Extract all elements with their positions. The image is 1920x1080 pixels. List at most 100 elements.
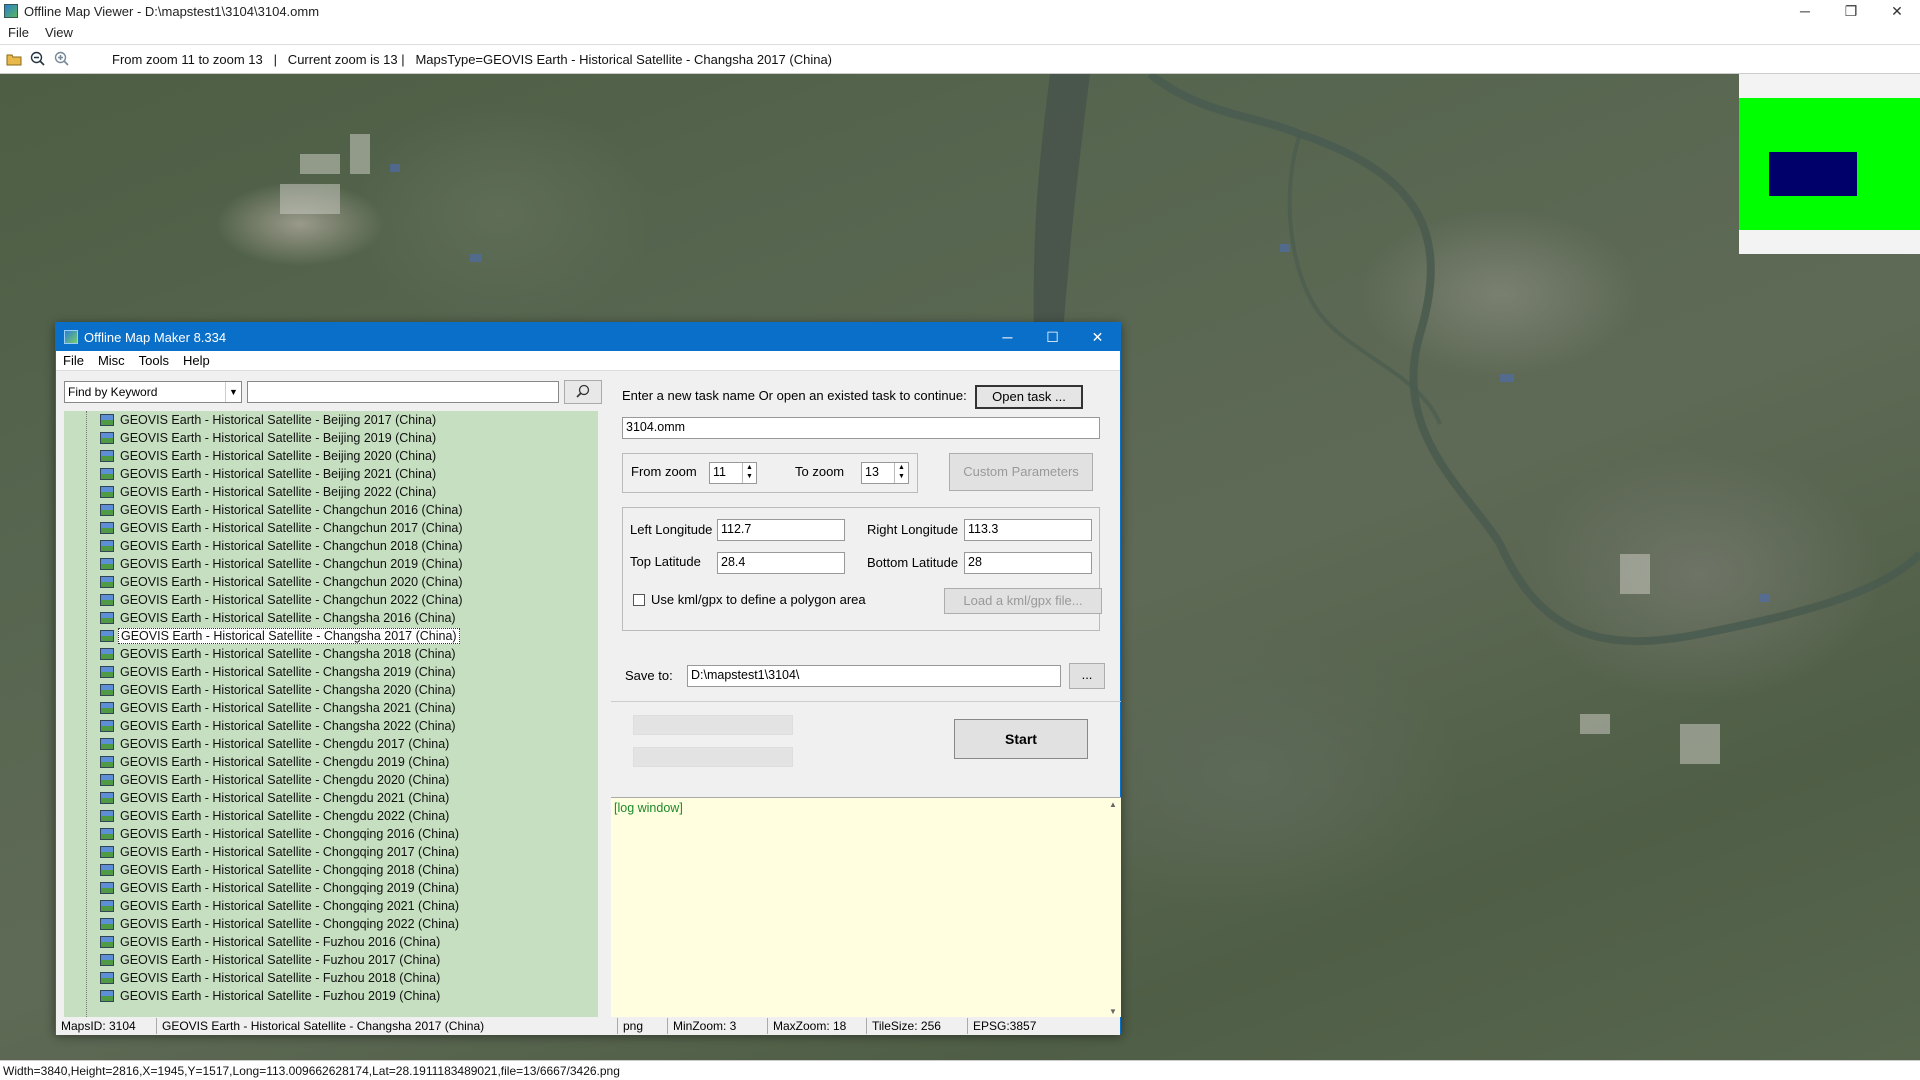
dialog-menu-file[interactable]: File [56, 353, 91, 368]
map-source-tree[interactable]: GEOVIS Earth - Historical Satellite - Be… [64, 411, 598, 1017]
tree-item[interactable]: GEOVIS Earth - Historical Satellite - Ch… [64, 501, 465, 519]
start-button[interactable]: Start [954, 719, 1088, 759]
overview-minimap[interactable] [1739, 74, 1920, 254]
menu-file[interactable]: File [0, 25, 37, 40]
tree-item-label: GEOVIS Earth - Historical Satellite - Ch… [120, 899, 460, 913]
tree-item[interactable]: GEOVIS Earth - Historical Satellite - Fu… [64, 951, 442, 969]
tree-item[interactable]: GEOVIS Earth - Historical Satellite - Ch… [64, 771, 451, 789]
from-zoom-spinner[interactable]: 11 ▲ ▼ [709, 462, 757, 484]
tree-item[interactable]: GEOVIS Earth - Historical Satellite - Ch… [64, 609, 458, 627]
top-latitude-field[interactable]: 28.4 [717, 552, 845, 574]
map-tile-icon [100, 540, 114, 552]
tree-item[interactable]: GEOVIS Earth - Historical Satellite - Ch… [64, 753, 451, 771]
zoom-in-icon[interactable] [52, 49, 72, 69]
tree-item[interactable]: GEOVIS Earth - Historical Satellite - Ch… [64, 879, 461, 897]
map-tile-icon [100, 864, 114, 876]
bottom-latitude-field[interactable]: 28 [964, 552, 1092, 574]
tree-item[interactable]: GEOVIS Earth - Historical Satellite - Ch… [64, 645, 458, 663]
minimap-viewport[interactable] [1769, 152, 1857, 196]
menubar: File View [0, 22, 1920, 42]
right-longitude-field[interactable]: 113.3 [964, 519, 1092, 541]
tree-item-label: GEOVIS Earth - Historical Satellite - Be… [120, 485, 437, 499]
tree-item[interactable]: GEOVIS Earth - Historical Satellite - Ch… [64, 537, 465, 555]
tree-item[interactable]: GEOVIS Earth - Historical Satellite - Ch… [64, 681, 458, 699]
save-path-field[interactable]: D:\mapstest1\3104\ [687, 665, 1061, 687]
dialog-close-button[interactable]: ✕ [1075, 323, 1120, 351]
tree-item[interactable]: GEOVIS Earth - Historical Satellite - Ch… [64, 861, 461, 879]
load-kml-button[interactable]: Load a kml/gpx file... [944, 588, 1102, 614]
coordinates-status: Width=3840,Height=2816,X=1945,Y=1517,Lon… [3, 1063, 620, 1078]
tree-item[interactable]: GEOVIS Earth - Historical Satellite - Be… [64, 447, 438, 465]
find-keyword-input[interactable] [247, 381, 559, 403]
tree-item[interactable]: GEOVIS Earth - Historical Satellite - Ch… [64, 663, 458, 681]
tree-item[interactable]: GEOVIS Earth - Historical Satellite - Ch… [64, 717, 458, 735]
tree-item[interactable]: GEOVIS Earth - Historical Satellite - Ch… [64, 555, 465, 573]
tree-item[interactable]: GEOVIS Earth - Historical Satellite - Ch… [64, 591, 465, 609]
tree-item[interactable]: GEOVIS Earth - Historical Satellite - Ch… [64, 519, 465, 537]
dialog-menu-help[interactable]: Help [176, 353, 217, 368]
task-name-field[interactable]: 3104.omm [622, 417, 1100, 439]
scroll-down-icon[interactable]: ▼ [1109, 1007, 1117, 1016]
tree-item-label: GEOVIS Earth - Historical Satellite - Ch… [120, 863, 460, 877]
left-longitude-field[interactable]: 112.7 [717, 519, 845, 541]
tree-item[interactable]: GEOVIS Earth - Historical Satellite - Be… [64, 483, 438, 501]
tree-item-label: GEOVIS Earth - Historical Satellite - Ch… [120, 791, 450, 805]
spinner-arrows-icon[interactable]: ▲ ▼ [742, 463, 756, 483]
map-tile-icon [100, 774, 114, 786]
log-window[interactable]: [log window] ▲ ▼ [611, 797, 1121, 1017]
tree-item[interactable]: GEOVIS Earth - Historical Satellite - Ch… [64, 807, 451, 825]
find-mode-select[interactable]: Find by Keyword ▼ [64, 381, 242, 403]
spinner-arrows-icon[interactable]: ▲ ▼ [894, 463, 908, 483]
dialog-minimize-button[interactable]: ─ [985, 323, 1030, 351]
dialog-app-icon [64, 330, 78, 344]
open-folder-icon[interactable] [4, 49, 24, 69]
zoom-info-text: From zoom 11 to zoom 13 | Current zoom i… [112, 51, 833, 67]
left-longitude-label: Left Longitude [630, 522, 713, 537]
map-tile-icon [100, 630, 114, 642]
tree-item[interactable]: GEOVIS Earth - Historical Satellite - Be… [64, 411, 438, 429]
tree-item[interactable]: GEOVIS Earth - Historical Satellite - Fu… [64, 969, 442, 987]
top-latitude-label: Top Latitude [630, 554, 701, 569]
open-task-button[interactable]: Open task ... [975, 385, 1083, 409]
dialog-menu-tools[interactable]: Tools [132, 353, 176, 368]
from-zoom-value: 11 [713, 465, 726, 479]
menu-view[interactable]: View [37, 25, 81, 40]
tree-item[interactable]: GEOVIS Earth - Historical Satellite - Ch… [64, 915, 461, 933]
browse-button[interactable]: ... [1069, 663, 1105, 689]
tree-item[interactable]: GEOVIS Earth - Historical Satellite - Ch… [64, 825, 461, 843]
tree-item-label: GEOVIS Earth - Historical Satellite - Fu… [120, 935, 441, 949]
tree-item[interactable]: GEOVIS Earth - Historical Satellite - Ch… [64, 843, 461, 861]
to-zoom-spinner[interactable]: 13 ▲ ▼ [861, 462, 909, 484]
custom-parameters-button[interactable]: Custom Parameters [949, 453, 1093, 491]
dialog-title: Offline Map Maker 8.334 [84, 329, 227, 345]
tree-item-label: GEOVIS Earth - Historical Satellite - Fu… [120, 971, 441, 985]
tree-item[interactable]: GEOVIS Earth - Historical Satellite - Fu… [64, 987, 442, 1005]
tree-item[interactable]: GEOVIS Earth - Historical Satellite - Ch… [64, 735, 451, 753]
tree-item[interactable]: GEOVIS Earth - Historical Satellite - Ch… [64, 897, 461, 915]
map-tile-icon [100, 792, 114, 804]
tree-item[interactable]: GEOVIS Earth - Historical Satellite - Ch… [64, 573, 465, 591]
panel-splitter[interactable] [602, 371, 611, 1017]
window-title: Offline Map Viewer - D:\mapstest1\3104\3… [24, 3, 320, 19]
dialog-maximize-button[interactable]: ☐ [1030, 323, 1075, 351]
progress-bar-current [633, 747, 793, 767]
tree-item[interactable]: GEOVIS Earth - Historical Satellite - Be… [64, 465, 438, 483]
tree-item[interactable]: GEOVIS Earth - Historical Satellite - Fu… [64, 933, 442, 951]
scroll-up-icon[interactable]: ▲ [1109, 800, 1117, 809]
maximize-button[interactable]: ❐ [1828, 0, 1874, 22]
find-button[interactable] [564, 380, 602, 404]
minimize-button[interactable]: ─ [1782, 0, 1828, 22]
tree-item[interactable]: GEOVIS Earth - Historical Satellite - Ch… [64, 627, 460, 645]
chevron-down-icon[interactable]: ▼ [225, 382, 241, 402]
dialog-menu-misc[interactable]: Misc [91, 353, 132, 368]
log-scrollbar[interactable]: ▲ ▼ [1107, 798, 1121, 1018]
close-button[interactable]: ✕ [1874, 0, 1920, 22]
from-zoom-label: From zoom [631, 464, 697, 479]
tree-item[interactable]: GEOVIS Earth - Historical Satellite - Be… [64, 429, 438, 447]
tree-item[interactable]: GEOVIS Earth - Historical Satellite - Ch… [64, 789, 451, 807]
zoom-out-icon[interactable] [28, 49, 48, 69]
tree-item[interactable]: GEOVIS Earth - Historical Satellite - Ch… [64, 699, 458, 717]
map-tile-icon [100, 576, 114, 588]
use-kml-checkbox[interactable] [633, 594, 645, 606]
tree-item-label: GEOVIS Earth - Historical Satellite - Ch… [120, 521, 463, 535]
